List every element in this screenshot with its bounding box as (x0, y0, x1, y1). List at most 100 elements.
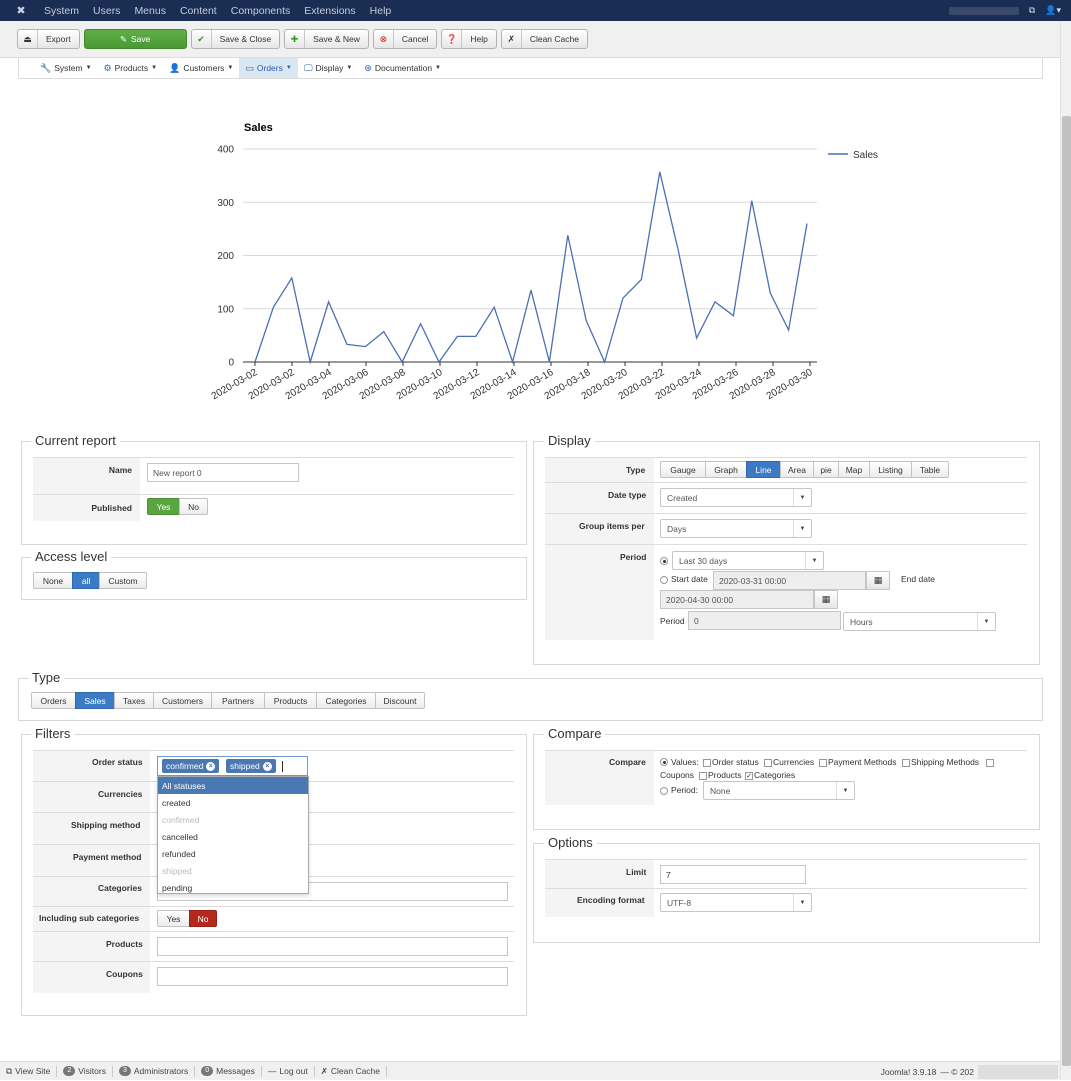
checkbox-products[interactable] (699, 772, 707, 780)
published-no-button[interactable]: No (179, 498, 208, 515)
menu-extensions[interactable]: Extensions (304, 5, 355, 17)
type-discount-button[interactable]: Discount (375, 692, 425, 709)
scrollbar-thumb[interactable] (1062, 116, 1071, 1066)
nav-orders[interactable]: ▭ Orders ▼ (239, 58, 298, 78)
type-gauge-button[interactable]: Gauge (660, 461, 706, 478)
type-graph-button[interactable]: Graph (705, 461, 747, 478)
checkbox-order-status[interactable] (703, 759, 711, 767)
menu-help[interactable]: Help (370, 5, 392, 17)
period-preset-radio[interactable] (660, 557, 668, 565)
subcat-yes-button[interactable]: Yes (157, 910, 190, 927)
access-none-button[interactable]: None (33, 572, 73, 589)
compare-values-radio[interactable] (660, 758, 668, 766)
option-created[interactable]: created (158, 794, 308, 811)
type-table-button[interactable]: Table (911, 461, 949, 478)
logout-link[interactable]: — Log out (262, 1065, 315, 1077)
period-custom-radio[interactable] (660, 576, 668, 584)
checkbox-categories[interactable]: ✓ (745, 772, 753, 780)
user-menu-icon[interactable]: 👤▾ (1045, 5, 1061, 16)
start-date-input[interactable]: 2020-03-31 00:00 (713, 571, 866, 590)
type-customers-button[interactable]: Customers (153, 692, 212, 709)
coupons-row (33, 961, 514, 962)
y-tick-label: 300 (217, 198, 234, 209)
save-new-button[interactable]: ✚ Save & New (284, 29, 369, 49)
export-button[interactable]: ⏏ Export (17, 29, 80, 49)
type-listing-button[interactable]: Listing (869, 461, 912, 478)
order-status-multiselect[interactable]: confirmed × shipped × (157, 756, 308, 776)
products-input[interactable] (157, 937, 508, 956)
caret-down-icon: ▼ (793, 489, 811, 506)
encoding-select[interactable]: UTF-8 ▼ (660, 893, 812, 912)
type-line-button[interactable]: Line (746, 461, 781, 478)
y-tick-label: 0 (228, 358, 234, 369)
compare-period-select[interactable]: None ▼ (703, 781, 855, 800)
page-scrollbar[interactable] (1060, 21, 1071, 1080)
view-site-link[interactable]: ⧉ View Site (0, 1065, 58, 1077)
option-cancelled[interactable]: cancelled (158, 828, 308, 845)
nav-system[interactable]: 🔧 System ▼ (34, 58, 98, 78)
menu-menus[interactable]: Menus (134, 5, 166, 17)
coupons-input[interactable] (157, 967, 508, 986)
type-pie-button[interactable]: pie (813, 461, 839, 478)
report-name-input[interactable]: New report 0 (147, 463, 299, 482)
limit-input[interactable]: 7 (660, 865, 806, 884)
type-categories-button[interactable]: Categories (316, 692, 376, 709)
compare-period-radio[interactable] (660, 787, 668, 795)
option-all-statuses[interactable]: All statuses (158, 777, 308, 794)
cancel-button[interactable]: ⊗ Cancel (372, 29, 438, 49)
checkbox-payment-methods[interactable] (819, 759, 827, 767)
remove-chip-icon[interactable]: × (262, 761, 272, 771)
current-report-legend: Current report (31, 433, 120, 448)
type-area-button[interactable]: Area (780, 461, 814, 478)
option-refunded[interactable]: refunded (158, 845, 308, 862)
remove-chip-icon[interactable]: × (206, 761, 216, 771)
chip-confirmed[interactable]: confirmed × (162, 759, 220, 773)
type-orders-button[interactable]: Orders (31, 692, 76, 709)
checkbox-coupons[interactable] (986, 759, 994, 767)
date-type-select[interactable]: Created ▼ (660, 488, 812, 507)
administrators-link[interactable]: 3 Administrators (113, 1065, 196, 1077)
nav-products[interactable]: ⚙ Products ▼ (98, 58, 164, 78)
clean-cache-button[interactable]: ✗ Clean Cache (500, 29, 588, 49)
external-link-icon[interactable]: ⧉ (1029, 5, 1035, 16)
menu-content[interactable]: Content (180, 5, 217, 17)
joomla-logo-icon[interactable]: ✖ (8, 4, 34, 17)
checkbox-shipping-methods[interactable] (902, 759, 910, 767)
published-yes-button[interactable]: Yes (147, 498, 180, 515)
messages-link[interactable]: 0 Messages (195, 1065, 262, 1077)
group-items-select[interactable]: Days ▼ (660, 519, 812, 538)
visitors-link[interactable]: 2 Visitors (57, 1065, 113, 1077)
option-pending[interactable]: pending (158, 879, 308, 896)
clean-cache-link[interactable]: ✗ Clean Cache (315, 1065, 388, 1077)
save-button[interactable]: ✎ Save (83, 29, 187, 49)
nav-display[interactable]: 🖵 Display ▼ (298, 58, 359, 78)
encoding-value: UTF-8 (667, 898, 692, 908)
end-date-calendar-icon[interactable]: ▦ (814, 590, 838, 609)
checkbox-currencies[interactable] (764, 759, 772, 767)
menu-system[interactable]: System (44, 5, 79, 17)
period-offset-input[interactable]: 0 (688, 611, 841, 630)
type-products-button[interactable]: Products (264, 692, 317, 709)
access-all-button[interactable]: all (72, 572, 100, 589)
chip-shipped[interactable]: shipped × (226, 759, 276, 773)
nav-customers[interactable]: 👤 Customers ▼ (163, 58, 239, 78)
save-close-button[interactable]: ✔ Save & Close (190, 29, 281, 49)
menu-components[interactable]: Components (231, 5, 291, 17)
type-taxes-button[interactable]: Taxes (114, 692, 154, 709)
nav-documentation[interactable]: ⊛ Documentation ▼ (358, 58, 447, 78)
type-partners-button[interactable]: Partners (211, 692, 265, 709)
start-date-calendar-icon[interactable]: ▦ (866, 571, 890, 590)
period-unit-value: Hours (850, 617, 873, 627)
period-preset-select[interactable]: Last 30 days ▼ (672, 551, 824, 570)
menu-users[interactable]: Users (93, 5, 120, 17)
access-custom-button[interactable]: Custom (99, 572, 147, 589)
toolbar: ⏏ Export ✎ Save ✔ Save & Close ✚ Save & … (0, 21, 1060, 58)
type-sales-button[interactable]: Sales (75, 692, 115, 709)
subcat-no-button[interactable]: No (189, 910, 217, 927)
end-date-input[interactable]: 2020-04-30 00:00 (660, 590, 814, 609)
checkbox-payment-methods-label: Payment Methods (828, 757, 897, 767)
period-unit-select[interactable]: Hours ▼ (843, 612, 996, 631)
help-button[interactable]: ❓ Help (441, 29, 497, 49)
site-name-blurred[interactable] (948, 6, 1019, 15)
type-map-button[interactable]: Map (838, 461, 870, 478)
